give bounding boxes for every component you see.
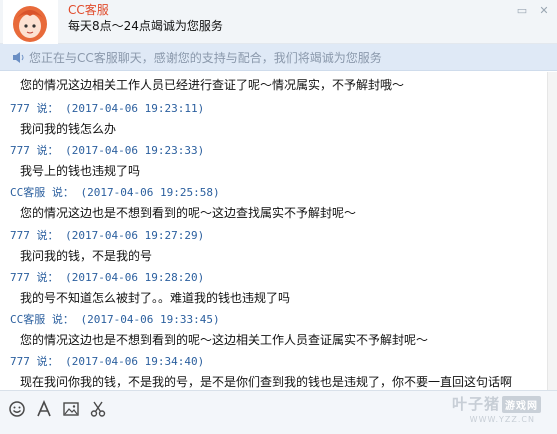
message-header: 777 说： (2017-04-06 19:23:33) bbox=[10, 142, 204, 158]
message-text: 现在我问你我的钱，不是我的号，是不是你们查到我的钱也是违规了，你不要一直回这句话… bbox=[20, 375, 513, 389]
timestamp: (2017-04-06 19:28:20) bbox=[65, 271, 205, 284]
message-text: 我的号不知道怎么被封了。。难道我的钱也违规了吗 bbox=[20, 291, 291, 305]
screenshot-icon[interactable] bbox=[89, 400, 107, 418]
message-text: 您的情况这边也是不想到看到的呢～这边相关工作人员查证属实不予解封呢～ bbox=[20, 333, 429, 347]
message-header: 777 说： (2017-04-06 19:27:29) bbox=[10, 227, 204, 243]
timestamp: (2017-04-06 19:23:33) bbox=[65, 144, 205, 157]
said-label: 说： bbox=[36, 144, 59, 157]
sender-name: 777 bbox=[10, 102, 30, 115]
message-text: 您的情况这边相关工作人员已经进行查证了呢～情况属实，不予解封哦～ bbox=[20, 78, 405, 92]
font-icon[interactable] bbox=[35, 400, 53, 418]
message-header: CC客服 说： (2017-04-06 19:25:58) bbox=[10, 184, 220, 200]
speaker-icon bbox=[13, 52, 24, 63]
watermark-url: WWW.YZZ.CN bbox=[469, 415, 535, 424]
sender-name: 777 bbox=[10, 355, 30, 368]
timestamp: (2017-04-06 19:27:29) bbox=[65, 229, 205, 242]
message-header: CC客服 说： (2017-04-06 19:33:45) bbox=[10, 311, 220, 327]
message-text: 您的情况这边也是不想到看到的呢～这边查找属实不予解封呢～ bbox=[20, 206, 357, 220]
input-toolbar: 叶子猪 游戏网 WWW.YZZ.CN bbox=[0, 390, 557, 434]
close-icon[interactable]: ✕ bbox=[537, 4, 551, 18]
timestamp: (2017-04-06 19:33:45) bbox=[80, 313, 220, 326]
contact-name[interactable]: CC客服 bbox=[68, 1, 109, 18]
notice-text: 您正在与CC客服聊天，感谢您的支持与配合，我们将竭诚为您服务 bbox=[29, 51, 382, 65]
message-text: 我问我的钱，不是我的号 bbox=[20, 249, 153, 263]
sender-name: CC客服 bbox=[10, 313, 46, 326]
watermark-logo: 叶子猪 游戏网 bbox=[452, 393, 541, 414]
message-header: 777 说： (2017-04-06 19:28:20) bbox=[10, 269, 204, 285]
timestamp: (2017-04-06 19:34:40) bbox=[65, 355, 205, 368]
said-label: 说： bbox=[36, 355, 59, 368]
chat-scrollbar[interactable] bbox=[547, 72, 557, 390]
message-text: 我问我的钱怎么办 bbox=[20, 122, 117, 136]
notice-bar: 您正在与CC客服聊天，感谢您的支持与配合，我们将竭诚为您服务 bbox=[0, 44, 557, 71]
said-label: 说： bbox=[51, 313, 74, 326]
watermark-brand: 叶子猪 bbox=[451, 395, 500, 413]
window-menu-icon[interactable]: ▭ bbox=[515, 4, 529, 18]
emoji-icon[interactable] bbox=[8, 400, 26, 418]
message-text: 我号上的钱也违规了吗 bbox=[20, 164, 141, 178]
sender-name: 777 bbox=[10, 229, 30, 242]
said-label: 说： bbox=[36, 102, 59, 115]
message-header: 777 说： (2017-04-06 19:34:40) bbox=[10, 353, 204, 369]
timestamp: (2017-04-06 19:25:58) bbox=[80, 186, 220, 199]
contact-signature: 每天8点～24点竭诚为您服务 bbox=[68, 19, 223, 33]
watermark-tag: 游戏网 bbox=[502, 396, 541, 413]
sender-name: CC客服 bbox=[10, 186, 46, 199]
sender-name: 777 bbox=[10, 271, 30, 284]
chat-history[interactable]: 您的情况这边相关工作人员已经进行查证了呢～情况属实，不予解封哦～ 777 说： … bbox=[0, 72, 547, 390]
image-icon[interactable] bbox=[62, 400, 80, 418]
sender-name: 777 bbox=[10, 144, 30, 157]
chat-header: CC客服 每天8点～24点竭诚为您服务 ▭ ✕ bbox=[0, 0, 557, 44]
message-header: 777 说： (2017-04-06 19:23:11) bbox=[10, 100, 204, 116]
timestamp: (2017-04-06 19:23:11) bbox=[65, 102, 205, 115]
said-label: 说： bbox=[36, 271, 59, 284]
said-label: 说： bbox=[51, 186, 74, 199]
avatar[interactable] bbox=[3, 0, 58, 44]
said-label: 说： bbox=[36, 229, 59, 242]
